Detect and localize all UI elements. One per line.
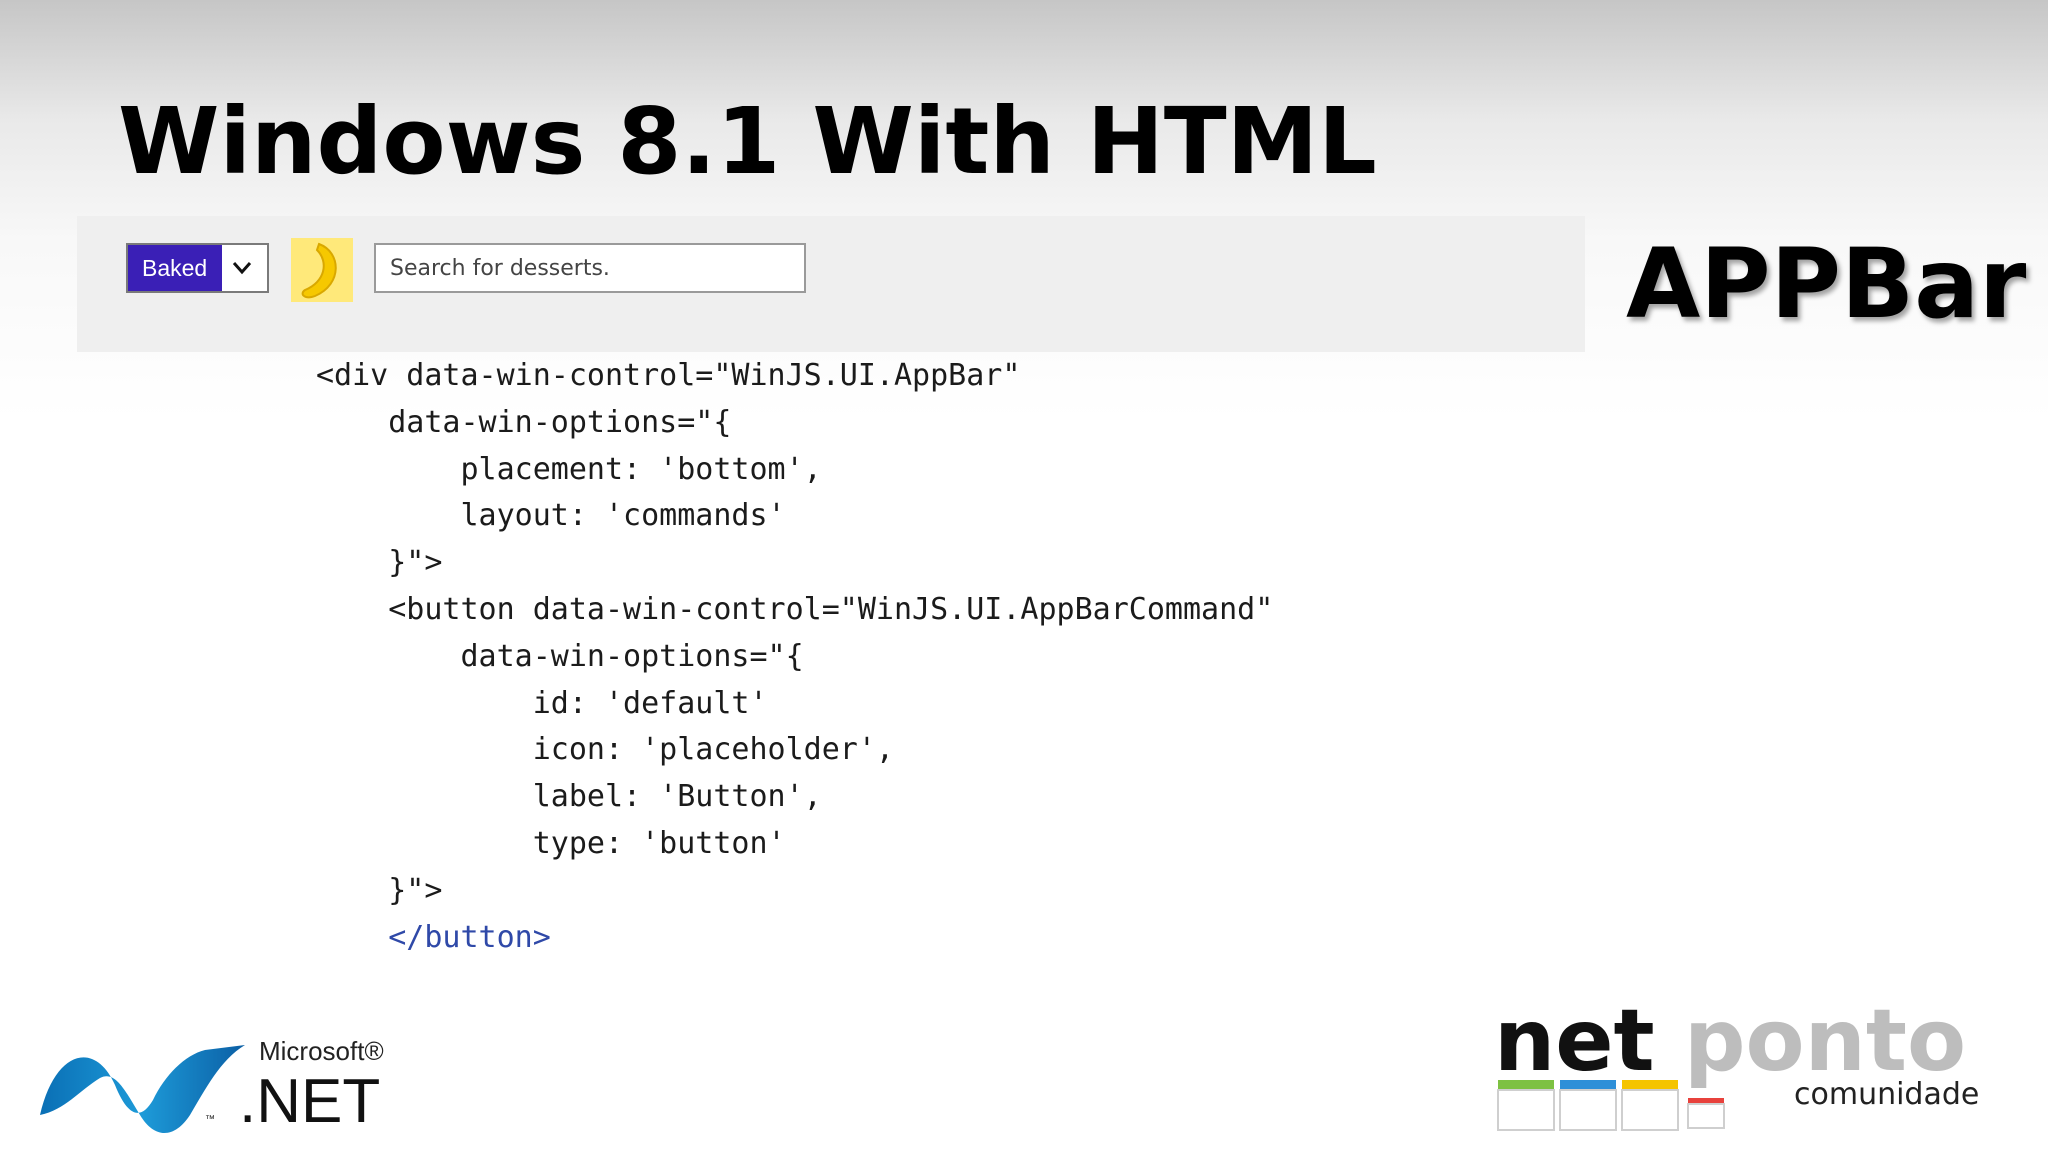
banana-button[interactable] bbox=[291, 238, 353, 302]
code-line: </button> bbox=[316, 919, 551, 955]
category-select[interactable]: Baked bbox=[126, 243, 269, 293]
code-line: data-win-options="{ bbox=[316, 404, 732, 440]
dotnet-brand-main: .NET bbox=[239, 1067, 380, 1136]
netponto-logo: net ponto comunidade bbox=[1494, 1002, 1979, 1131]
code-line: placement: 'bottom', bbox=[316, 451, 822, 487]
category-select-value: Baked bbox=[128, 245, 222, 291]
appbar-heading: APPBar bbox=[1626, 228, 2027, 340]
code-line: layout: 'commands' bbox=[316, 498, 786, 534]
chevron-down-icon bbox=[232, 262, 252, 275]
dotnet-brand-top: Microsoft® bbox=[259, 1036, 384, 1066]
code-line: }"> bbox=[316, 545, 443, 581]
dotnet-tm: ™ bbox=[205, 1114, 215, 1125]
code-line: icon: 'placeholder', bbox=[316, 732, 894, 768]
code-line: id: 'default' bbox=[316, 685, 768, 721]
slide-title: Windows 8.1 With HTML bbox=[118, 88, 1377, 195]
code-line: <div data-win-control="WinJS.UI.AppBar" bbox=[316, 358, 1021, 393]
banana-icon bbox=[301, 242, 337, 299]
code-line: label: 'Button', bbox=[316, 779, 822, 815]
netponto-tagline: comunidade bbox=[1794, 1077, 1979, 1112]
appbar-demo: Baked bbox=[77, 216, 1585, 352]
netponto-part-net: net bbox=[1494, 1002, 1655, 1091]
code-sample: <div data-win-control="WinJS.UI.AppBar" … bbox=[316, 353, 1273, 961]
code-line: type: 'button' bbox=[316, 825, 786, 861]
code-line: data-win-options="{ bbox=[316, 638, 804, 674]
code-line: <button data-win-control="WinJS.UI.AppBa… bbox=[316, 591, 1274, 627]
dotnet-logo: Microsoft® .NET ™ bbox=[40, 1036, 384, 1136]
search-input[interactable] bbox=[374, 243, 806, 293]
code-line: }"> bbox=[316, 872, 443, 908]
